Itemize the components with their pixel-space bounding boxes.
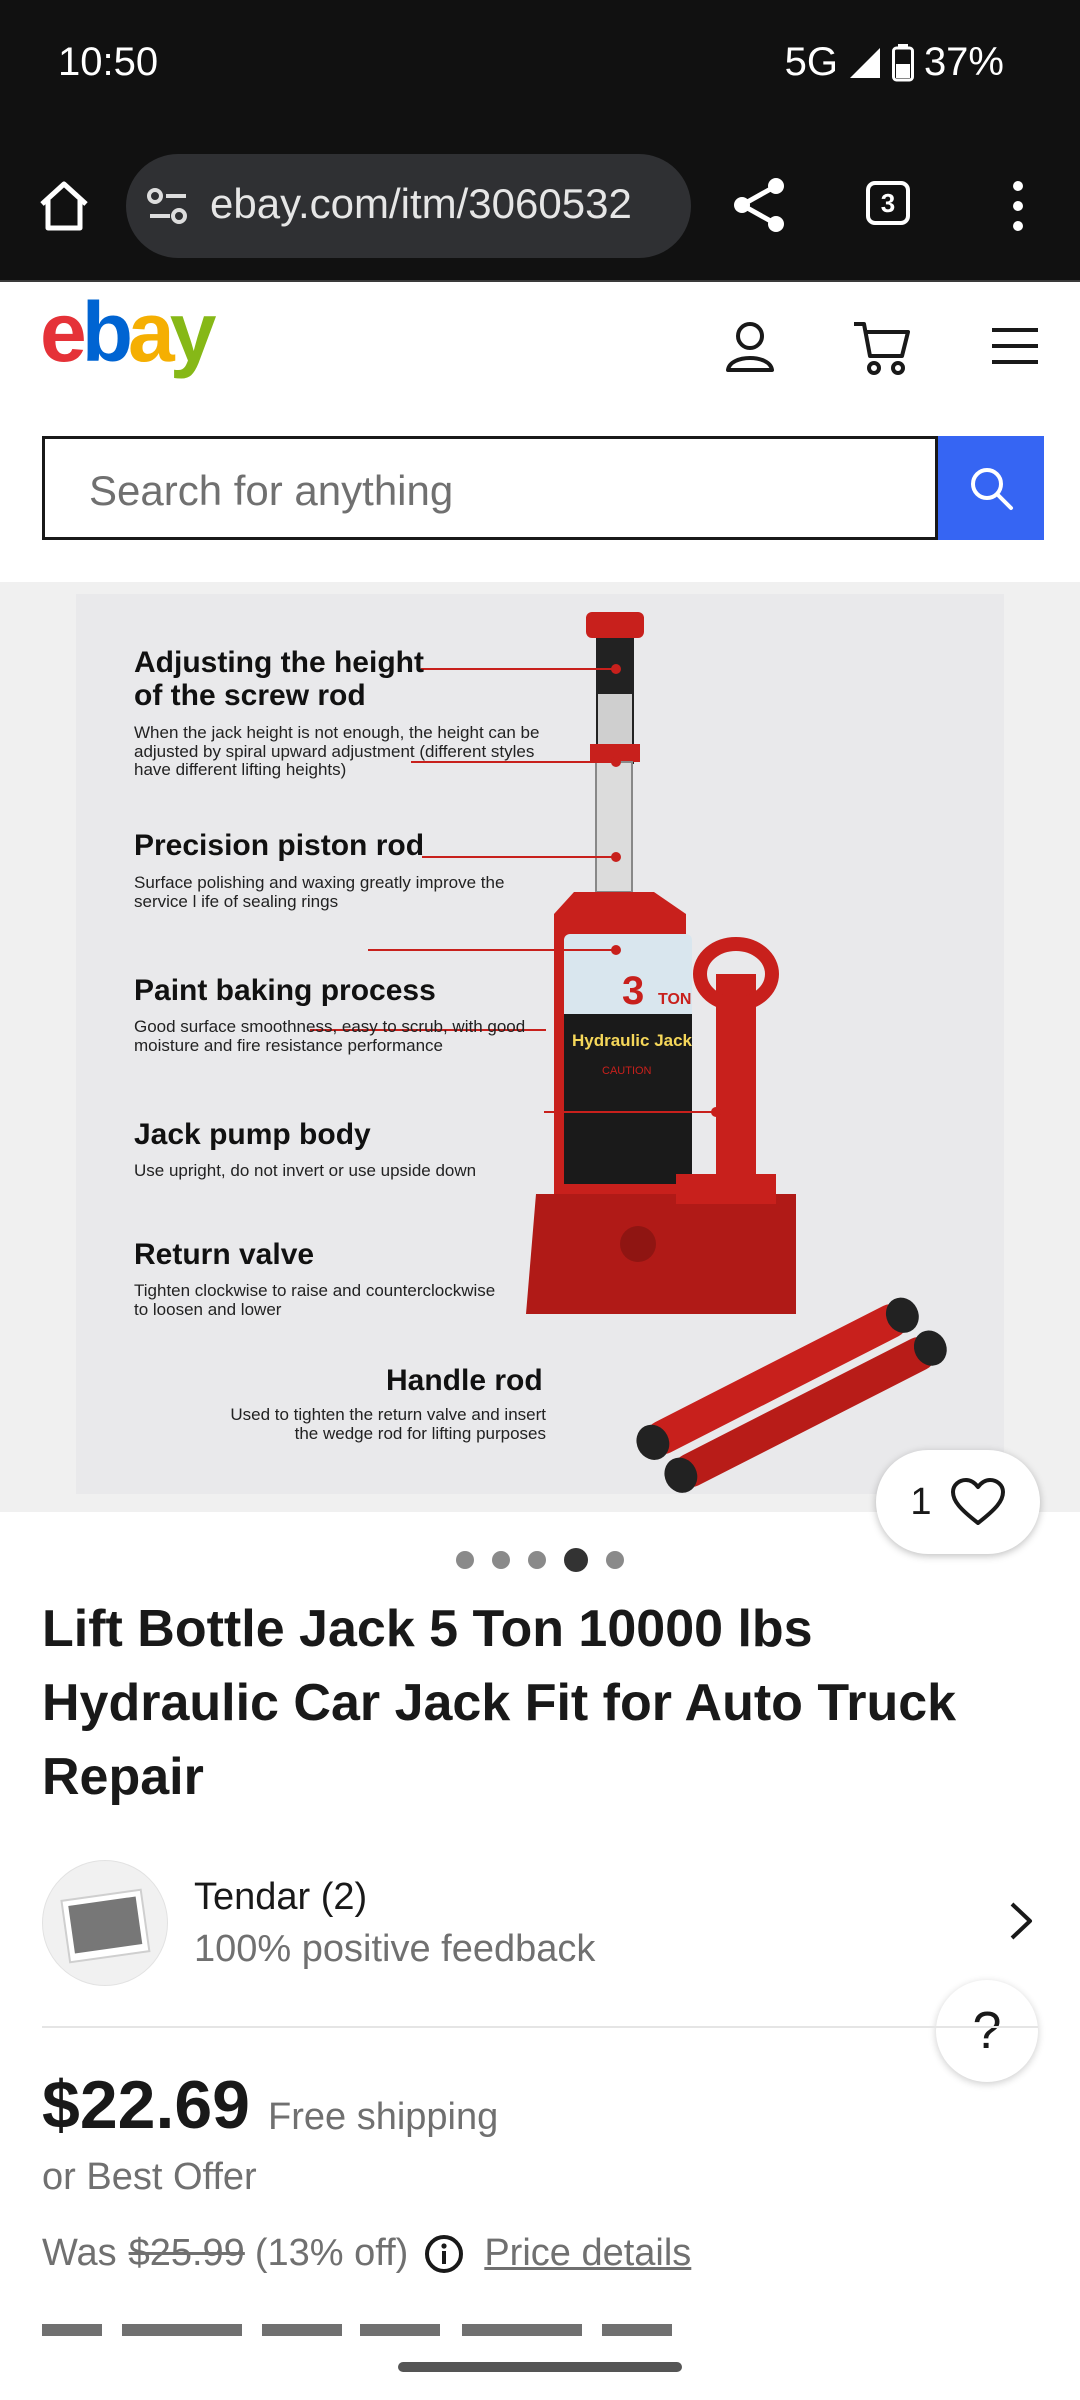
logo-letter-a: a <box>128 285 175 379</box>
label-ton: TON <box>658 991 691 1008</box>
best-offer-label: or Best Offer <box>42 2156 257 2198</box>
logo-letter-b: b <box>81 285 133 379</box>
tab-count: 3 <box>880 187 896 218</box>
watch-count: 1 <box>910 1480 932 1523</box>
carousel-dot-active[interactable] <box>564 1548 588 1572</box>
seller-name[interactable]: Tendar (2) <box>194 1876 367 1919</box>
callout-title-paint: Paint baking process <box>134 974 436 1007</box>
was-price: $25.99 <box>128 2232 245 2274</box>
product-image[interactable]: 3 TON Hydraulic Jack CAUTION Adjusting t… <box>76 594 1004 1494</box>
browser-toolbar: ebay.com/itm/3060532 3 <box>0 132 1080 282</box>
callout-desc-return-valve: Tighten clockwise to raise and countercl… <box>134 1281 496 1319</box>
search-icon <box>971 468 1013 510</box>
battery-level: 37% <box>923 40 1004 84</box>
search-button[interactable] <box>938 436 1044 540</box>
price: $22.69 <box>42 2067 250 2143</box>
carousel-dot[interactable] <box>456 1551 474 1569</box>
home-icon[interactable] <box>34 176 94 236</box>
signal-icon <box>849 47 880 78</box>
help-button[interactable]: ? <box>936 1980 1038 2082</box>
logo-letter-y: y <box>169 285 217 379</box>
seller-photo-icon <box>60 1888 151 1964</box>
status-indicators: 5G 37% <box>785 40 1004 85</box>
watch-button[interactable]: 1 <box>876 1450 1040 1554</box>
image-gallery[interactable]: 3 TON Hydraulic Jack CAUTION Adjusting t… <box>0 582 1080 1512</box>
callout-desc-piston-rod: Surface polishing and waxing greatly imp… <box>134 873 505 911</box>
shipping-info: Free shipping <box>268 2096 499 2138</box>
chevron-right-icon[interactable] <box>1006 1900 1036 1942</box>
share-icon[interactable] <box>730 174 790 236</box>
heart-icon <box>950 1478 1005 1525</box>
was-price-row: Was $25.99 (13% off) Price details <box>42 2232 691 2275</box>
carousel-dot[interactable] <box>606 1551 624 1569</box>
divider <box>42 2026 1038 2028</box>
truncated-content <box>42 2322 742 2336</box>
discount-percent: (13% off) <box>254 2232 409 2274</box>
callout-desc-paint: Good surface smoothness, easy to scrub, … <box>134 1017 526 1055</box>
hamburger-menu-icon[interactable] <box>990 326 1040 366</box>
logo-letter-e: e <box>40 285 87 379</box>
was-label: Was <box>42 2232 117 2274</box>
label-tonnage: 3 <box>622 969 644 1013</box>
callout-title-handle-rod: Handle rod <box>386 1364 543 1397</box>
label-caution: CAUTION <box>602 1065 652 1077</box>
label-hydraulic-jack: Hydraulic Jack <box>572 1031 693 1050</box>
gesture-bar[interactable] <box>398 2362 682 2372</box>
callout-title-pump-body: Jack pump body <box>134 1118 371 1151</box>
site-settings-icon[interactable] <box>146 186 190 226</box>
callout-title-screw-rod: Adjusting the height of the screw rod <box>134 646 424 712</box>
status-bar: 10:50 5G 37% <box>0 0 1080 132</box>
search-placeholder: Search for anything <box>89 467 454 514</box>
seller-avatar[interactable] <box>42 1860 168 1986</box>
network-label: 5G <box>784 40 838 84</box>
seller-feedback: 100% positive feedback <box>194 1928 596 1970</box>
battery-icon <box>891 43 914 81</box>
search-input[interactable]: Search for anything <box>42 436 938 540</box>
address-bar[interactable]: ebay.com/itm/3060532 <box>126 154 691 258</box>
callout-desc-pump-body: Use upright, do not invert or use upside… <box>134 1161 477 1180</box>
price-details-link[interactable]: Price details <box>484 2232 691 2275</box>
info-icon[interactable] <box>424 2234 464 2274</box>
tab-switcher-button[interactable]: 3 <box>866 181 910 225</box>
carousel-dot[interactable] <box>528 1551 546 1569</box>
carousel-dots <box>456 1548 624 1572</box>
callout-title-piston-rod: Precision piston rod <box>134 829 425 862</box>
ebay-logo[interactable]: ebay <box>40 290 216 374</box>
cart-icon[interactable] <box>852 318 912 376</box>
product-title: Lift Bottle Jack 5 Ton 10000 lbs Hydraul… <box>42 1600 957 1806</box>
carousel-dot[interactable] <box>492 1551 510 1569</box>
callout-title-return-valve: Return valve <box>134 1238 315 1271</box>
more-options-icon[interactable] <box>1004 176 1032 236</box>
url-text: ebay.com/itm/3060532 <box>210 180 632 227</box>
status-time: 10:50 <box>58 40 159 84</box>
callout-desc-screw-rod: When the jack height is not enough, the … <box>134 723 540 780</box>
account-icon[interactable] <box>722 318 778 374</box>
callout-desc-handle-rod: Used to tighten the return valve and ins… <box>230 1405 546 1443</box>
